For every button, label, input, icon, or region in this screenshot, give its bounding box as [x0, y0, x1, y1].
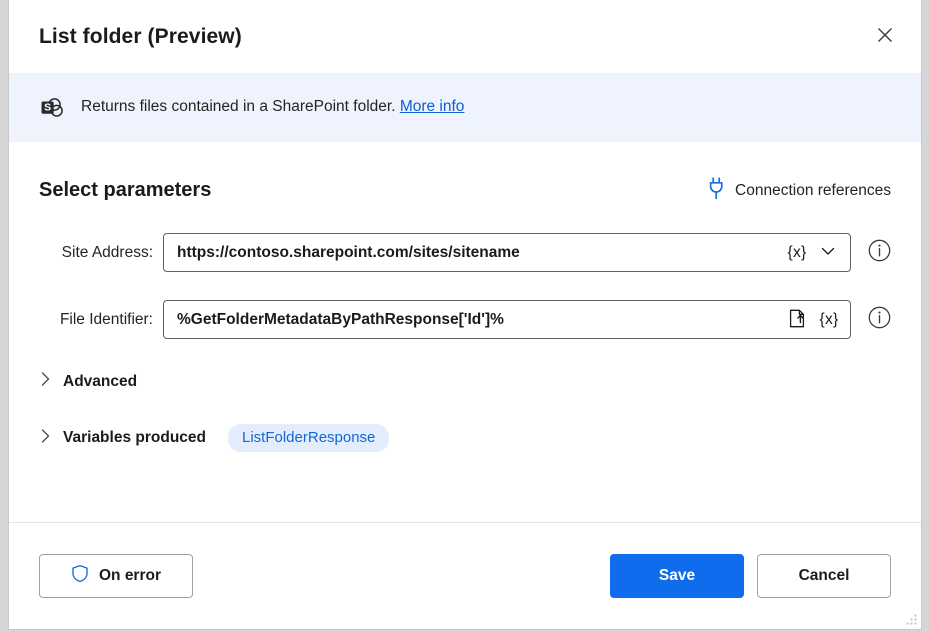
file-identifier-variable-button[interactable]: {x}: [814, 304, 844, 335]
more-info-link[interactable]: More info: [400, 98, 465, 115]
expander-variables-produced-label: Variables produced: [63, 429, 206, 447]
info-banner: S Returns files contained in a SharePoin…: [9, 73, 921, 142]
file-identifier-input[interactable]: %GetFolderMetadataByPathResponse['Id']% …: [163, 300, 851, 339]
site-address-label: Site Address:: [39, 244, 163, 262]
site-address-dropdown-button[interactable]: [812, 237, 844, 268]
field-row-site-address: Site Address: https://contoso.sharepoint…: [39, 233, 891, 272]
plug-icon: [707, 176, 726, 205]
dialog-titlebar: List folder (Preview): [9, 0, 921, 73]
dialog-footer: On error Save Cancel: [9, 522, 921, 629]
expander-advanced-label: Advanced: [63, 373, 137, 391]
field-row-file-identifier: File Identifier: %GetFolderMetadataByPat…: [39, 300, 891, 339]
page-title: Select parameters: [39, 179, 707, 202]
file-identifier-file-picker-button[interactable]: [781, 304, 814, 335]
dialog-title: List folder (Preview): [39, 25, 863, 49]
file-identifier-value: %GetFolderMetadataByPathResponse['Id']%: [177, 311, 781, 329]
site-address-info-button[interactable]: [867, 241, 891, 265]
connection-references-label: Connection references: [735, 182, 891, 200]
on-error-label: On error: [99, 567, 161, 585]
file-identifier-info-button[interactable]: [867, 308, 891, 332]
expander-advanced[interactable]: Advanced: [39, 371, 137, 392]
file-identifier-label: File Identifier:: [39, 311, 163, 329]
site-address-input[interactable]: https://contoso.sharepoint.com/sites/sit…: [163, 233, 851, 272]
connection-references-link[interactable]: Connection references: [707, 176, 891, 205]
dialog-window: List folder (Preview) S Returns files co…: [8, 0, 922, 630]
footer-actions: Save Cancel: [610, 554, 891, 598]
chevron-right-icon: [39, 371, 52, 392]
chevron-down-icon: [818, 241, 838, 264]
site-address-value: https://contoso.sharepoint.com/sites/sit…: [177, 244, 782, 262]
info-circle-icon: [868, 306, 891, 334]
chevron-right-icon: [39, 428, 52, 449]
info-circle-icon: [868, 239, 891, 267]
site-address-variable-button[interactable]: {x}: [782, 237, 812, 268]
dialog-body: Select parameters Connection references …: [9, 142, 921, 522]
sharepoint-icon: S: [39, 95, 65, 121]
resize-grip-icon[interactable]: [905, 613, 918, 626]
expander-variables-produced[interactable]: Variables produced ListFolderResponse: [39, 424, 389, 452]
close-icon: [876, 26, 894, 47]
section-header: Select parameters Connection references: [39, 176, 891, 205]
file-upload-icon: [787, 308, 808, 332]
banner-text-wrap: Returns files contained in a SharePoint …: [81, 97, 464, 117]
shield-icon: [71, 564, 89, 588]
variable-chip-listfolderresponse[interactable]: ListFolderResponse: [228, 424, 389, 452]
close-button[interactable]: [863, 16, 907, 58]
on-error-button[interactable]: On error: [39, 554, 193, 598]
cancel-button[interactable]: Cancel: [757, 554, 891, 598]
banner-message: Returns files contained in a SharePoint …: [81, 98, 396, 115]
svg-text:S: S: [44, 101, 51, 113]
save-button[interactable]: Save: [610, 554, 744, 598]
